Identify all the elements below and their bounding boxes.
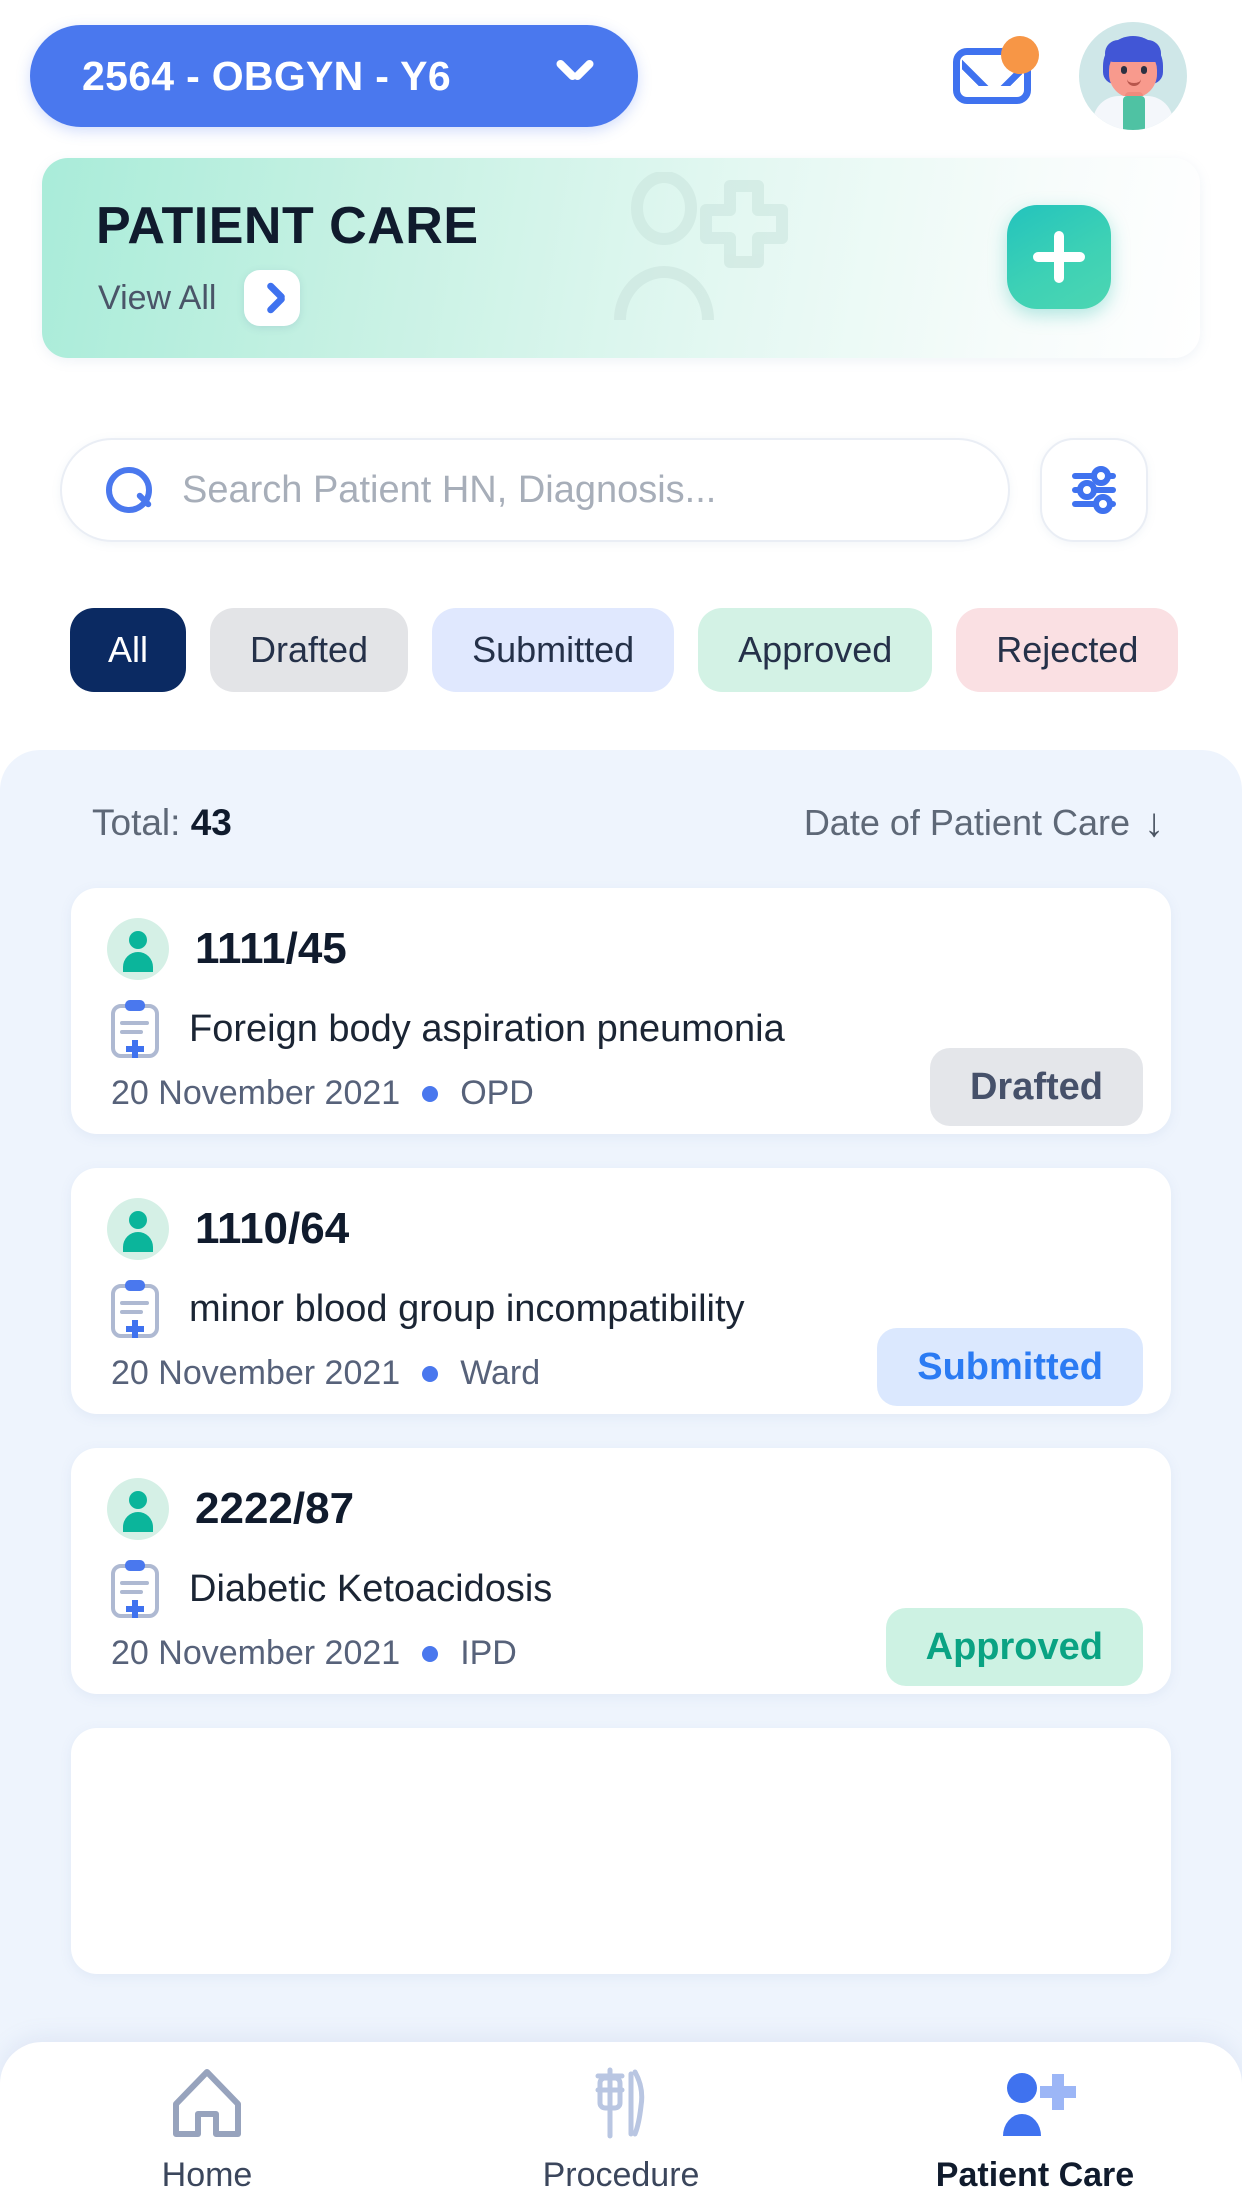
- status-badge: Submitted: [877, 1328, 1143, 1406]
- ward-selector[interactable]: 2564 - OBGYN - Y6: [30, 25, 638, 127]
- patient-card-list: 1111/45 Foreign body aspiration pneumoni…: [0, 888, 1242, 2008]
- diagnosis-row: Foreign body aspiration pneumonia: [107, 998, 785, 1060]
- separator-dot-icon: [422, 1646, 438, 1662]
- care-location: OPD: [460, 1074, 534, 1113]
- table-row[interactable]: 1110/64 minor blood group incompatibilit…: [71, 1168, 1171, 1414]
- chip-all[interactable]: All: [70, 608, 186, 692]
- list-header: Total: 43 Date of Patient Care ↓: [0, 796, 1242, 866]
- clipboard-icon: [107, 1278, 163, 1340]
- status-badge: Drafted: [930, 1048, 1143, 1126]
- separator-dot-icon: [422, 1086, 438, 1102]
- search-row: Search Patient HN, Diagnosis...: [0, 438, 1242, 548]
- care-location: IPD: [460, 1634, 517, 1673]
- arrow-down-icon: ↓: [1144, 803, 1164, 843]
- syringe-icon: [580, 2064, 662, 2142]
- person-icon: [107, 1478, 169, 1540]
- person-icon: [107, 1198, 169, 1260]
- patient-list-panel: Total: 43 Date of Patient Care ↓ 1111/45: [0, 750, 1242, 2208]
- mail-button[interactable]: [953, 36, 1039, 110]
- table-row[interactable]: 2222/87 Diabetic Ketoacidosis 20 Novembe…: [71, 1448, 1171, 1694]
- ward-selector-label: 2564 - OBGYN - Y6: [82, 53, 451, 100]
- home-icon: [166, 2064, 248, 2142]
- status-badge: Approved: [886, 1608, 1143, 1686]
- diagnosis-row: Diabetic Ketoacidosis: [107, 1558, 552, 1620]
- nav-label-patient-care: Patient Care: [936, 2156, 1134, 2195]
- chevron-down-icon: [556, 64, 596, 88]
- table-row[interactable]: [71, 1728, 1171, 1974]
- patient-hn: 1111/45: [195, 924, 347, 974]
- total-value: 43: [191, 802, 232, 843]
- notification-badge: [1001, 36, 1039, 74]
- chip-drafted[interactable]: Drafted: [210, 608, 408, 692]
- clipboard-icon: [107, 998, 163, 1060]
- diagnosis-row: minor blood group incompatibility: [107, 1278, 745, 1340]
- care-date: 20 November 2021: [111, 1634, 400, 1673]
- filter-button[interactable]: [1040, 438, 1148, 542]
- top-bar: 2564 - OBGYN - Y6: [0, 0, 1242, 140]
- diagnosis-text: minor blood group incompatibility: [189, 1288, 745, 1331]
- total-label: Total:: [92, 802, 180, 843]
- total-count: Total: 43: [92, 802, 232, 844]
- chevron-right-icon: [261, 281, 283, 315]
- view-all-button[interactable]: [244, 270, 300, 326]
- meta-row: 20 November 2021 IPD: [111, 1634, 517, 1673]
- chip-approved[interactable]: Approved: [698, 608, 932, 692]
- person-plus-icon: [994, 2064, 1076, 2142]
- patient-hn-row: 2222/87: [107, 1478, 354, 1540]
- status-filter-chips: All Drafted Submitted Approved Rejected: [0, 600, 1242, 700]
- search-icon: [106, 467, 152, 513]
- view-all-label: View All: [98, 279, 216, 318]
- search-input[interactable]: Search Patient HN, Diagnosis...: [60, 438, 1010, 542]
- search-placeholder: Search Patient HN, Diagnosis...: [182, 469, 716, 512]
- patient-hn-row: 1111/45: [107, 918, 347, 980]
- app-screen: 2564 - OBGYN - Y6 PATIENT CARE View All: [0, 0, 1242, 2208]
- add-patient-care-button[interactable]: [1007, 205, 1111, 309]
- avatar-scrub: [1123, 96, 1145, 130]
- chip-rejected[interactable]: Rejected: [956, 608, 1178, 692]
- table-row[interactable]: 1111/45 Foreign body aspiration pneumoni…: [71, 888, 1171, 1134]
- sort-label: Date of Patient Care: [804, 802, 1130, 844]
- bottom-navigation: Home Procedure Patient Care: [0, 2042, 1242, 2208]
- avatar-eye-right: [1141, 66, 1147, 74]
- nav-label-procedure: Procedure: [543, 2156, 700, 2195]
- patient-hn: 2222/87: [195, 1484, 354, 1534]
- avatar-fringe: [1105, 40, 1161, 62]
- patient-hn: 1110/64: [195, 1204, 349, 1254]
- meta-row: 20 November 2021 OPD: [111, 1074, 534, 1113]
- nav-item-home[interactable]: Home: [57, 2064, 357, 2195]
- diagnosis-text: Foreign body aspiration pneumonia: [189, 1008, 785, 1051]
- view-all-row[interactable]: View All: [98, 270, 300, 326]
- person-icon: [107, 918, 169, 980]
- avatar-eye-left: [1121, 66, 1127, 74]
- patient-hn-row: 1110/64: [107, 1198, 349, 1260]
- care-date: 20 November 2021: [111, 1354, 400, 1393]
- care-date: 20 November 2021: [111, 1074, 400, 1113]
- sort-control[interactable]: Date of Patient Care ↓: [804, 802, 1164, 844]
- nav-item-patient-care[interactable]: Patient Care: [885, 2064, 1185, 2195]
- nav-item-procedure[interactable]: Procedure: [471, 2064, 771, 2195]
- chip-submitted[interactable]: Submitted: [432, 608, 674, 692]
- avatar[interactable]: [1079, 22, 1187, 130]
- people-medical-icon: [602, 172, 792, 322]
- separator-dot-icon: [422, 1366, 438, 1382]
- nav-label-home: Home: [162, 2156, 253, 2195]
- patient-care-banner: PATIENT CARE View All: [42, 158, 1200, 358]
- care-location: Ward: [460, 1354, 540, 1393]
- diagnosis-text: Diabetic Ketoacidosis: [189, 1568, 552, 1611]
- clipboard-icon: [107, 1558, 163, 1620]
- meta-row: 20 November 2021 Ward: [111, 1354, 540, 1393]
- sliders-filter-icon: [1067, 463, 1121, 517]
- page-title: PATIENT CARE: [96, 196, 479, 256]
